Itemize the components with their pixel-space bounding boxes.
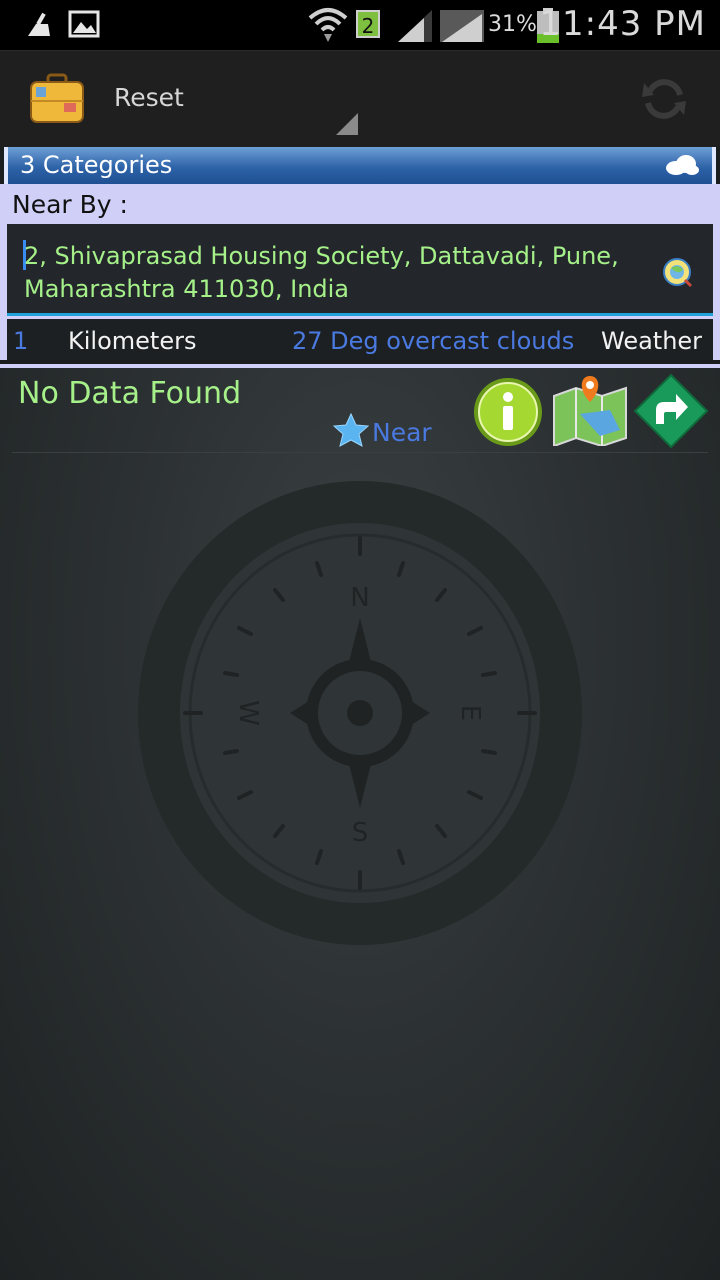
compass-west: W (233, 700, 263, 726)
cleaner-icon (28, 12, 50, 36)
no-data-text: No Data Found (18, 376, 242, 411)
refresh-icon[interactable] (640, 75, 688, 123)
suitcase-icon[interactable] (28, 73, 86, 125)
near-by-panel: Near By : 2, Shivaprasad Housing Society… (0, 184, 720, 360)
action-bar: Reset (0, 50, 720, 147)
categories-header[interactable]: 3 Categories (4, 147, 716, 184)
info-icon[interactable] (472, 376, 544, 448)
categories-title: 3 Categories (20, 151, 173, 179)
spinner-dropdown-icon[interactable] (334, 111, 360, 137)
wifi-icon (308, 8, 348, 42)
weather-button[interactable]: Weather (601, 327, 702, 355)
address-text: 2, Shivaprasad Housing Society, Dattavad… (24, 242, 619, 303)
distance-unit[interactable]: Kilometers (68, 327, 196, 355)
near-by-label: Near By : (12, 190, 128, 219)
divider (12, 452, 708, 453)
compass-north: N (350, 583, 369, 613)
status-clock: 11:43 PM (539, 4, 706, 44)
compass-south: S (352, 818, 369, 848)
gallery-icon (68, 10, 100, 38)
cloud-icon (666, 155, 699, 175)
compass-watermark: N S E W (138, 481, 582, 945)
reset-button[interactable]: Reset (114, 83, 184, 112)
battery-percent: 31% (488, 12, 537, 37)
compass-east: E (455, 705, 485, 721)
signal-icon-2 (440, 10, 484, 42)
map-icon[interactable] (550, 374, 630, 446)
status-bar: 2 31% 11:43 PM (0, 0, 720, 50)
signal-icon (398, 10, 432, 42)
weather-text: 27 Deg overcast clouds (292, 327, 575, 355)
distance-value[interactable]: 1 (13, 327, 28, 355)
results-area: No Data Found Near N S E W (0, 364, 720, 1280)
directions-icon[interactable] (632, 372, 710, 450)
address-input[interactable]: 2, Shivaprasad Housing Society, Dattavad… (7, 224, 713, 316)
locate-globe-icon[interactable] (661, 256, 693, 288)
near-label[interactable]: Near (372, 418, 432, 447)
star-icon (332, 412, 370, 447)
sim-badge: 2 (356, 10, 380, 38)
distance-weather-row: 1 Kilometers 27 Deg overcast clouds Weat… (7, 319, 713, 360)
